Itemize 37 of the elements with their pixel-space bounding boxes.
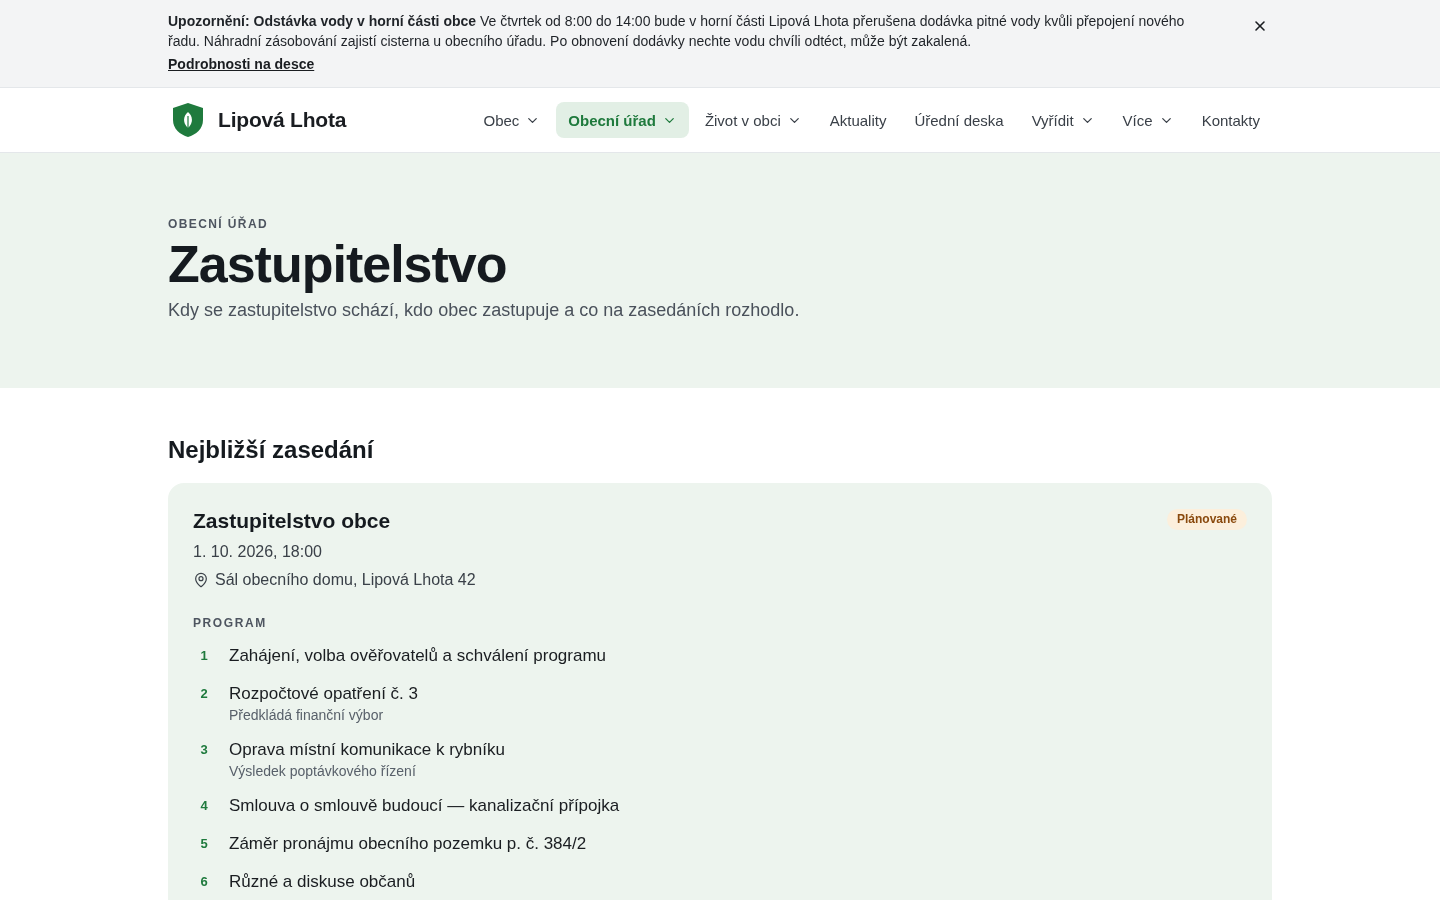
program-item-title: Rozpočtové opatření č. 3: [229, 683, 418, 705]
program-item-title: Záměr pronájmu obecního pozemku p. č. 384/2: [229, 833, 587, 855]
program-item-note: Výsledek poptávkového řízení: [229, 762, 417, 780]
item-number: 2: [199, 685, 209, 703]
page-subtitle: Kdy se zastupitelstvo schází, kdo obec zastupuje a co na zasedáních rozhodlo.: [168, 299, 801, 322]
program-item-title: Oprava místní komunikace k rybníku: [229, 739, 505, 761]
status-badge: Plánované: [1166, 509, 1247, 530]
program-item-note: Předkládá finanční výbor: [229, 706, 385, 724]
breadcrumb-label: OBECNÍ ÚŘAD: [168, 217, 270, 231]
nav-item[interactable]: Aktuality: [817, 102, 899, 138]
item-number: 3: [199, 741, 209, 759]
nav-item[interactable]: Vyřídit: [1019, 102, 1107, 138]
nav-item[interactable]: Úřední deska: [902, 102, 1016, 138]
details-link[interactable]: Podrobnosti na desce: [168, 54, 315, 74]
map-pin-icon: [193, 572, 209, 588]
item-number: 5: [199, 835, 209, 853]
nav-item[interactable]: Život v obci: [692, 102, 814, 138]
item-number: 4: [199, 797, 209, 815]
page-title: Zastupitelstvo: [168, 234, 508, 294]
program-item-title: Zahájení, volba ověřovatelů a schválení programu: [229, 645, 607, 667]
nav-item[interactable]: Obecní úřad: [556, 102, 689, 138]
nav-item[interactable]: Obec: [471, 102, 553, 138]
program-item-title: Smlouva o smlouvě budoucí — kanalizační přípojka: [229, 795, 620, 817]
nav-item[interactable]: Více: [1110, 102, 1186, 138]
close-icon: [1252, 18, 1268, 34]
site-name[interactable]: Lipová Lhota: [218, 108, 347, 132]
item-number: 1: [199, 647, 209, 665]
program-label: PROGRAM: [193, 616, 268, 630]
meeting-title: Zastupitelstvo obce: [193, 508, 391, 534]
item-number: 6: [199, 873, 209, 891]
section-heading: Nejbližší zasedání: [168, 435, 375, 465]
meeting-location: Sál obecního domu, Lipová Lhota 42: [215, 570, 476, 590]
program-item-title: Různé a diskuse občanů: [229, 871, 416, 893]
alert-message: Upozornění: Odstávka vody v horní části obce Ve čtvrtek od 8:00 do 14:00 bude v horní části Lipová Lhota přerušena dodávka pitné vody kvůli přepojení nového řadu. Náhradní zásobování zajistí cisterna u obecního úřadu. Po obnovení dodávky nechte vodu chvíli odtéct, může být zakalená.: [168, 12, 1186, 51]
nav-item[interactable]: Kontakty: [1189, 102, 1272, 138]
shield-leaf-logo-icon: [172, 103, 204, 137]
meeting-datetime: 1. 10. 2026, 18:00: [193, 542, 323, 562]
